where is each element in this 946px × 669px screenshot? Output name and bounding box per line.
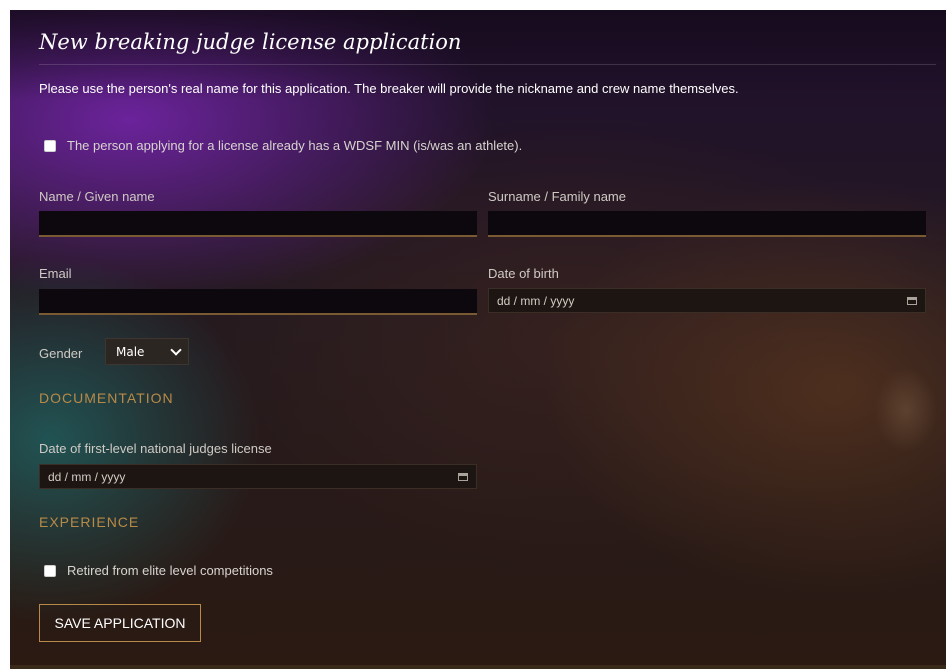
documentation-heading: DOCUMENTATION (39, 390, 174, 406)
gender-label: Gender (39, 346, 83, 361)
given-name-label: Name / Given name (39, 189, 155, 204)
judge-license-date-input[interactable]: dd / mm / yyyy (39, 464, 477, 489)
judge-license-date-placeholder: dd / mm / yyyy (48, 469, 126, 484)
date-of-birth-placeholder: dd / mm / yyyy (497, 293, 575, 308)
experience-heading: EXPERIENCE (39, 514, 140, 530)
date-of-birth-input[interactable]: dd / mm / yyyy (488, 288, 926, 313)
retired-checkbox-row[interactable]: Retired from elite level competitions (44, 563, 273, 578)
gender-selected-value: Male (116, 344, 145, 359)
retired-checkbox-label: Retired from elite level competitions (67, 563, 273, 578)
background-decoration (836, 340, 946, 490)
wdsf-min-checkbox[interactable] (44, 139, 56, 152)
chevron-down-icon (170, 343, 182, 356)
email-label: Email (39, 266, 72, 281)
surname-input[interactable] (488, 211, 926, 237)
retired-checkbox[interactable] (44, 564, 56, 577)
judge-license-date-label: Date of first-level national judges lice… (39, 441, 272, 456)
intro-text: Please use the person's real name for th… (39, 81, 739, 96)
panel-bottom-edge (10, 665, 946, 669)
calendar-icon[interactable] (458, 472, 468, 481)
page-title: New breaking judge license application (39, 30, 462, 54)
title-divider (39, 64, 936, 65)
wdsf-min-checkbox-row[interactable]: The person applying for a license alread… (44, 138, 522, 153)
email-input[interactable] (39, 289, 477, 315)
save-application-button[interactable]: SAVE APPLICATION (39, 604, 201, 642)
wdsf-min-checkbox-label: The person applying for a license alread… (67, 138, 523, 153)
given-name-input[interactable] (39, 211, 477, 237)
application-panel: New breaking judge license application P… (10, 10, 946, 669)
surname-label: Surname / Family name (488, 189, 626, 204)
date-of-birth-label: Date of birth (488, 266, 559, 281)
calendar-icon[interactable] (907, 296, 917, 305)
gender-select[interactable]: Male (105, 338, 189, 365)
